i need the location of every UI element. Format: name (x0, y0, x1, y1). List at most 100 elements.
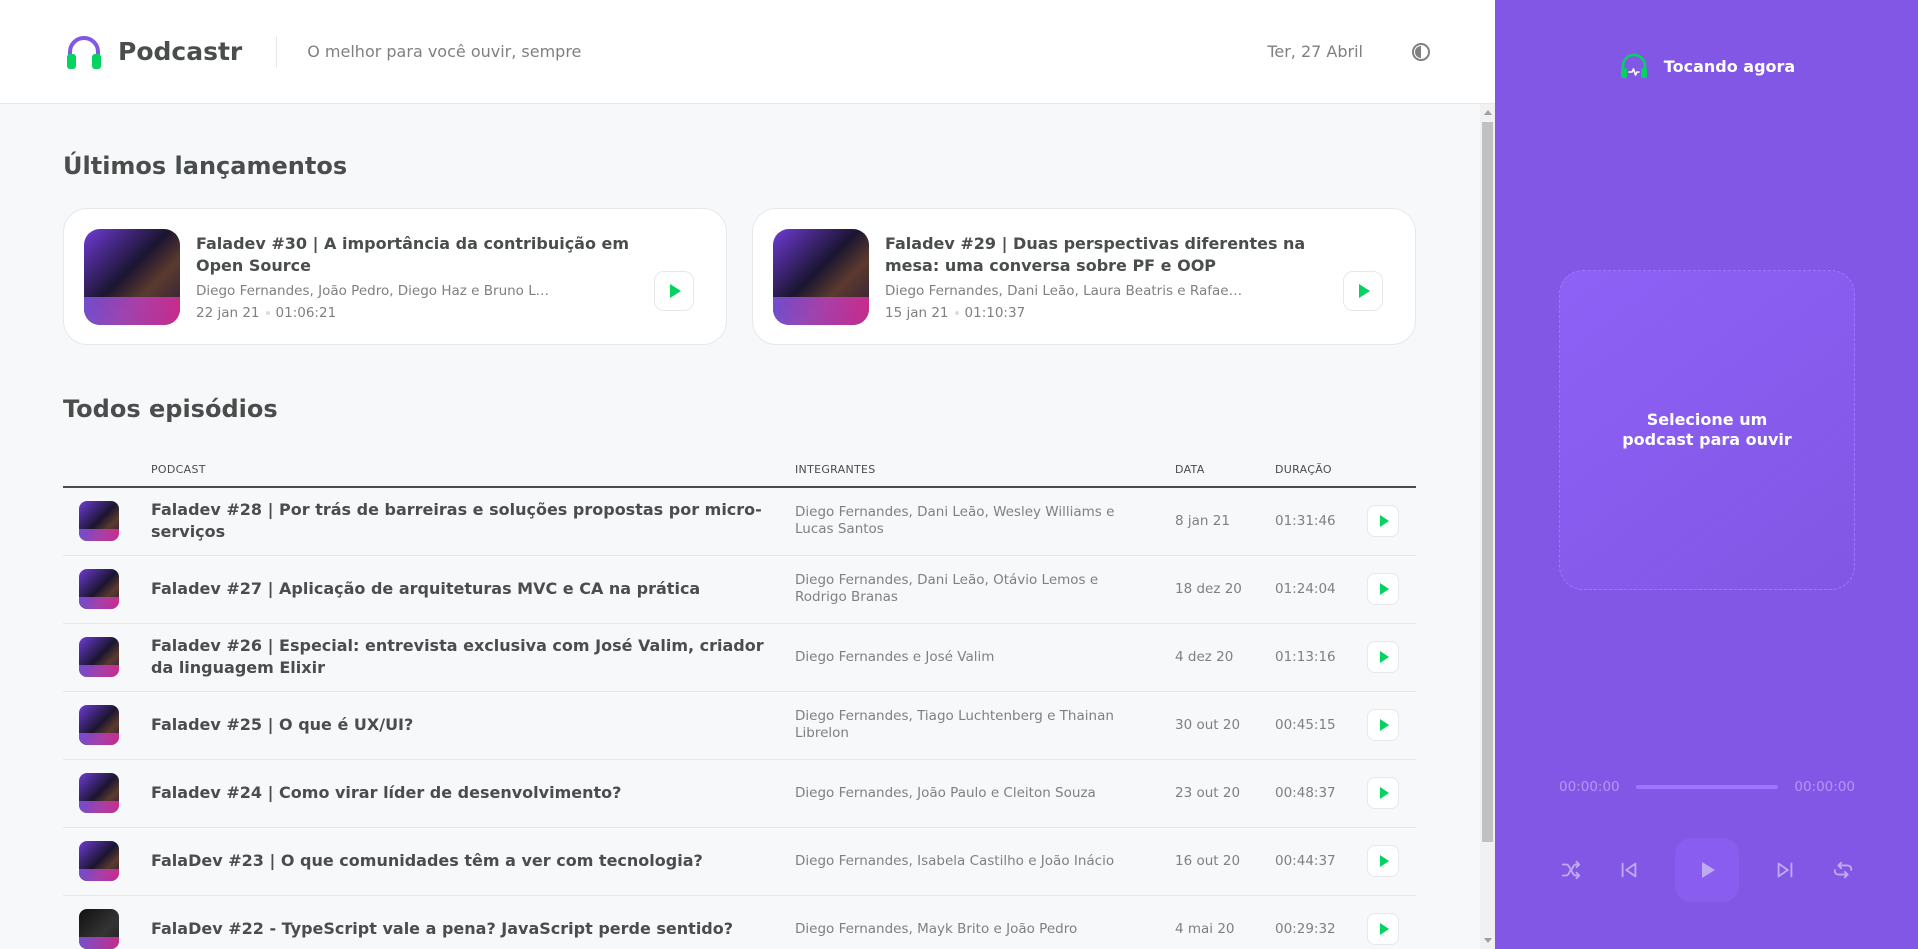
episode-date: 22 jan 21 (196, 304, 260, 321)
episode-date: 18 dez 20 (1175, 555, 1275, 624)
play-button[interactable] (1367, 641, 1399, 673)
episode-members: Diego Fernandes, João Pedro, Diego Haz e… (196, 282, 556, 299)
scrollbar-thumb[interactable] (1482, 122, 1493, 842)
play-icon (1380, 583, 1389, 595)
header-divider (276, 35, 278, 68)
play-button[interactable] (1367, 913, 1399, 945)
progress-track[interactable] (1635, 785, 1779, 789)
episode-members: Diego Fernandes, Mayk Brito e João Pedro (795, 895, 1175, 949)
episode-thumbnail (79, 705, 119, 745)
play-icon (1702, 862, 1715, 878)
episode-title-link[interactable]: Faladev #25 | O que é UX/UI? (151, 691, 795, 760)
episode-date: 4 mai 20 (1175, 895, 1275, 949)
column-header-action (1367, 463, 1416, 488)
play-button[interactable] (1343, 271, 1383, 311)
episode-title-link[interactable]: FalaDev #23 | O que comunidades têm a ve… (151, 827, 795, 896)
episode-members: Diego Fernandes, Isabela Castilho e João… (795, 827, 1175, 896)
play-button[interactable] (654, 271, 694, 311)
player-header: Tocando agora (1495, 50, 1918, 82)
table-row: Faladev #25 | O que é UX/UI? Diego Ferna… (63, 691, 1416, 760)
current-date: Ter, 27 Abril (1267, 42, 1363, 61)
episode-thumbnail (79, 909, 119, 949)
episode-thumbnail (79, 841, 119, 881)
app-name: Podcastr (118, 37, 243, 66)
table-row: FalaDev #22 - TypeScript vale a pena? Ja… (63, 895, 1416, 949)
logo[interactable]: Podcastr (64, 32, 242, 72)
episode-meta: 15 jan 21 01:10:37 (885, 305, 1335, 321)
repeat-button[interactable] (1831, 858, 1855, 882)
play-button[interactable] (1367, 845, 1399, 877)
tagline: O melhor para você ouvir, sempre (307, 42, 582, 61)
play-icon (1380, 515, 1389, 528)
scroll-up-arrow-icon[interactable] (1484, 110, 1492, 115)
main-area: Podcastr O melhor para você ouvir, sempr… (0, 0, 1495, 949)
shuffle-button[interactable] (1559, 858, 1583, 882)
play-icon (1380, 719, 1389, 731)
player-controls (1559, 838, 1855, 902)
episode-date: 30 out 20 (1175, 691, 1275, 760)
episode-title-link[interactable]: Faladev #26 | Especial: entrevista exclu… (151, 623, 795, 692)
scrollbar[interactable] (1480, 104, 1495, 949)
play-pause-button[interactable] (1675, 838, 1739, 902)
latest-episode-card[interactable]: Faladev #29 | Duas perspectivas diferent… (752, 208, 1416, 345)
episode-date: 23 out 20 (1175, 759, 1275, 828)
play-icon (1359, 284, 1370, 298)
play-icon (1380, 787, 1389, 799)
player-heading: Tocando agora (1663, 56, 1796, 76)
column-header-date: Data (1175, 463, 1275, 488)
current-time: 00:00:00 (1559, 779, 1620, 795)
episode-title-link[interactable]: Faladev #28 | Por trás de barreiras e so… (151, 487, 795, 556)
play-icon (670, 284, 681, 298)
play-button[interactable] (1367, 709, 1399, 741)
episode-date: 15 jan 21 (885, 304, 949, 321)
episode-title-link[interactable]: FalaDev #22 - TypeScript vale a pena? Ja… (151, 895, 795, 949)
table-row: Faladev #27 | Aplicação de arquiteturas … (63, 555, 1416, 624)
previous-button[interactable] (1617, 858, 1641, 882)
episode-duration: 00:45:15 (1275, 691, 1367, 760)
episode-duration: 01:06:21 (275, 304, 337, 321)
scroll-down-arrow-icon[interactable] (1484, 938, 1492, 943)
empty-player-text: Selecione um podcast para ouvir (1622, 410, 1792, 449)
theme-toggle-icon[interactable] (1411, 42, 1431, 62)
column-header-members: Integrantes (795, 463, 1175, 488)
episode-title-link[interactable]: Faladev #29 | Duas perspectivas diferent… (885, 233, 1335, 277)
episode-members: Diego Fernandes, Dani Leão, Wesley Willi… (795, 487, 1175, 556)
episode-members: Diego Fernandes, Tiago Luchtenberg e Tha… (795, 691, 1175, 760)
latest-episode-card[interactable]: Faladev #30 | A importância da contribui… (63, 208, 727, 345)
latest-episodes: Faladev #30 | A importância da contribui… (63, 208, 1416, 345)
episode-date: 8 jan 21 (1175, 487, 1275, 556)
episode-title-link[interactable]: Faladev #27 | Aplicação de arquiteturas … (151, 555, 795, 624)
episode-thumbnail (79, 569, 119, 609)
playing-now-icon (1620, 53, 1647, 78)
table-row: Faladev #28 | Por trás de barreiras e so… (63, 487, 1416, 556)
episode-members: Diego Fernandes e José Valim (795, 623, 1175, 692)
episode-duration: 00:48:37 (1275, 759, 1367, 828)
play-button[interactable] (1367, 573, 1399, 605)
content-area: Últimos lançamentos Faladev #30 | A impo… (0, 104, 1480, 949)
play-button[interactable] (1367, 505, 1399, 538)
empty-player-box: Selecione um podcast para ouvir (1559, 270, 1855, 590)
episode-duration: 01:13:16 (1275, 623, 1367, 692)
next-icon (1777, 862, 1793, 878)
episode-meta: 22 jan 21 01:06:21 (196, 305, 646, 321)
column-header-podcast: Podcast (151, 463, 795, 488)
episode-thumbnail (79, 637, 119, 677)
column-header-thumb (63, 463, 151, 488)
next-button[interactable] (1773, 858, 1797, 882)
meta-dot (954, 310, 959, 315)
table-row: FalaDev #23 | O que comunidades têm a ve… (63, 827, 1416, 896)
player-panel: Tocando agora Selecione um podcast para … (1495, 0, 1918, 949)
episode-members: Diego Fernandes, João Paulo e Cleiton So… (795, 759, 1175, 828)
episode-members: Diego Fernandes, Dani Leão, Otávio Lemos… (795, 555, 1175, 624)
play-icon (1380, 855, 1389, 867)
episode-thumbnail (773, 228, 869, 325)
latest-title: Últimos lançamentos (63, 152, 348, 180)
episode-title-link[interactable]: Faladev #30 | A importância da contribui… (196, 233, 646, 277)
play-button[interactable] (1367, 777, 1399, 809)
episodes-table: Podcast Integrantes Data Duração Faladev… (63, 463, 1416, 949)
card-info: Faladev #30 | A importância da contribui… (196, 233, 706, 321)
episode-title-link[interactable]: Faladev #24 | Como virar líder de desenv… (151, 759, 795, 828)
shuffle-icon (1561, 860, 1581, 880)
table-row: Faladev #24 | Como virar líder de desenv… (63, 759, 1416, 828)
previous-icon (1621, 862, 1637, 878)
